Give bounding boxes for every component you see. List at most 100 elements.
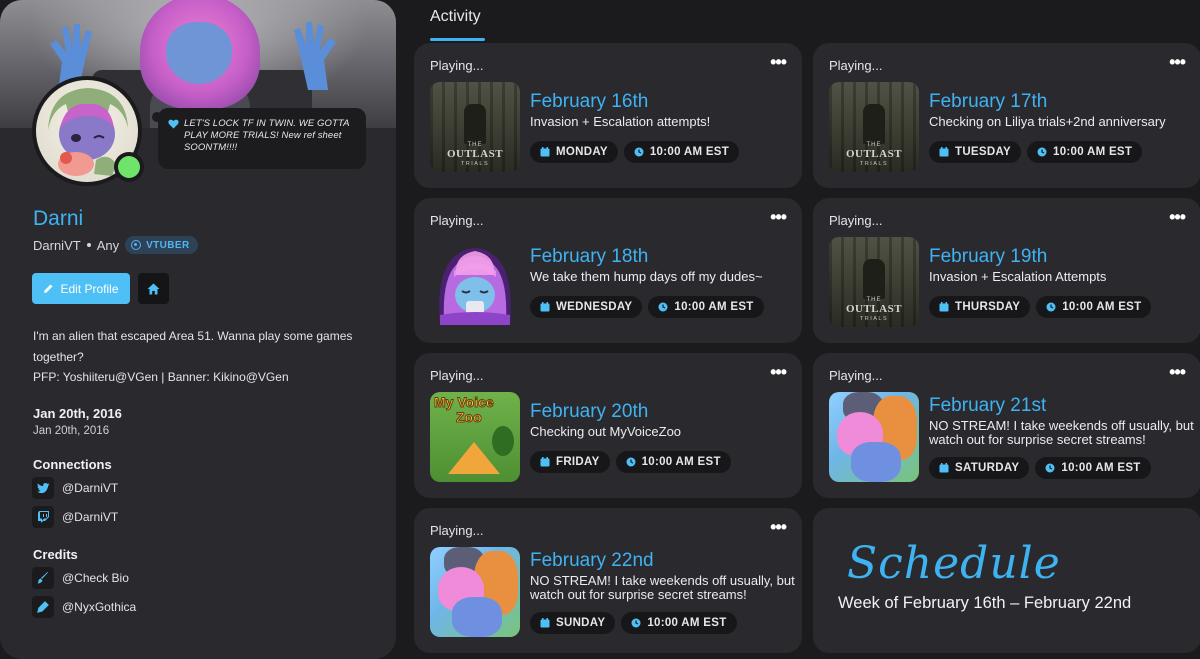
thumb-text: Zoo <box>456 409 483 426</box>
credit-nyxgothica[interactable]: @NyxGothica <box>32 596 136 618</box>
time-chip: 10:00 AM EST <box>623 141 740 163</box>
playing-label: Playing... <box>829 58 883 73</box>
home-button[interactable] <box>138 273 169 304</box>
clock-icon <box>658 302 668 312</box>
game-thumbnail-outlast: THE OUTLAST TRIALS <box>430 82 520 172</box>
clock-icon <box>634 147 644 157</box>
day-chip: THURSDAY <box>929 296 1031 318</box>
tab-active-indicator <box>430 38 485 41</box>
stream-date: February 16th <box>530 91 649 112</box>
day-label: TUESDAY <box>955 146 1011 158</box>
separator-dot <box>86 243 91 247</box>
schedule-card-monday[interactable]: Playing... ••• THE OUTLAST TRIALS Februa… <box>414 43 802 188</box>
schedule-title: Schedule <box>847 538 1061 589</box>
credit-label: @NyxGothica <box>62 600 137 614</box>
game-thumbnail-outlast: THE OUTLAST TRIALS <box>829 82 919 172</box>
edit-profile-button[interactable]: Edit Profile <box>32 273 130 304</box>
schedule-week-range: Week of February 16th – February 22nd <box>838 594 1132 612</box>
home-icon <box>147 283 160 294</box>
day-chip: FRIDAY <box>530 451 610 473</box>
connections-heading: Connections <box>33 457 112 472</box>
schedule-card-sunday[interactable]: Playing... ••• February 22nd NO STREAM! … <box>414 508 802 653</box>
day-chip: SUNDAY <box>530 612 616 634</box>
calendar-icon <box>939 463 949 473</box>
connection-twitter[interactable]: @DarniVT <box>32 477 118 499</box>
more-options-icon[interactable]: ••• <box>770 53 787 71</box>
stream-date: February 22nd <box>530 550 654 571</box>
thumb-text: TRIALS <box>859 161 889 167</box>
thumbnail-sleepy-hoodie <box>430 237 520 327</box>
calendar-icon <box>939 302 949 312</box>
day-chip: SATURDAY <box>929 457 1030 479</box>
schedule-card-wednesday[interactable]: Playing... ••• February 18th We take the… <box>414 198 802 343</box>
game-thumbnail-outlast: THE OUTLAST TRIALS <box>829 237 919 327</box>
online-status-indicator <box>114 152 144 182</box>
clock-icon <box>626 457 636 467</box>
stream-date: February 19th <box>929 246 1048 267</box>
time-chip: 10:00 AM EST <box>1027 141 1143 163</box>
bio-line: PFP: Yoshiiteru@VGen | Banner: Kikino@VG… <box>33 370 289 384</box>
stream-description: Invasion + Escalation attempts! <box>530 114 711 129</box>
profile-bio: I'm an alien that escaped Area 51. Wanna… <box>33 326 373 388</box>
tab-activity[interactable]: Activity <box>430 8 481 26</box>
clock-icon <box>1037 147 1047 157</box>
playing-label: Playing... <box>829 368 883 383</box>
clock-icon <box>1046 302 1056 312</box>
edit-profile-label: Edit Profile <box>60 281 119 296</box>
banner-hand-right <box>294 22 336 90</box>
day-chip: MONDAY <box>530 141 618 163</box>
stream-description: Invasion + Escalation Attempts <box>929 269 1107 284</box>
thumb-text: OUTLAST <box>845 303 903 315</box>
time-chip: 10:00 AM EST <box>1035 457 1151 479</box>
clock-icon <box>631 618 641 628</box>
time-chip: 10:00 AM EST <box>648 296 764 318</box>
more-options-icon[interactable]: ••• <box>1169 53 1186 71</box>
calendar-icon <box>540 302 550 312</box>
time-label: 10:00 AM EST <box>1061 462 1141 474</box>
joined-date-sub: Jan 20th, 2016 <box>33 425 110 437</box>
credit-check-bio[interactable]: @Check Bio <box>32 567 129 589</box>
stream-description: NO STREAM! I take weekends off usually, … <box>929 418 1194 447</box>
connection-twitch[interactable]: @DarniVT <box>32 506 118 528</box>
thumb-text: OUTLAST <box>446 148 504 160</box>
more-options-icon[interactable]: ••• <box>770 518 787 536</box>
profile-handle: DarniVT <box>33 237 81 253</box>
stream-description: NO STREAM! I take weekends off usually, … <box>530 573 795 602</box>
playing-label: Playing... <box>430 58 484 73</box>
day-label: MONDAY <box>556 146 608 158</box>
connection-label: @DarniVT <box>62 510 119 524</box>
day-label: FRIDAY <box>556 456 600 468</box>
day-label: SATURDAY <box>955 462 1020 474</box>
day-chip: TUESDAY <box>929 141 1021 163</box>
schedule-card-thursday[interactable]: Playing... ••• THE OUTLAST TRIALS Februa… <box>813 198 1200 343</box>
twitter-icon <box>32 477 54 499</box>
joined-date-heading: Jan 20th, 2016 <box>33 406 122 421</box>
playing-label: Playing... <box>430 523 484 538</box>
playing-label: Playing... <box>430 368 484 383</box>
more-options-icon[interactable]: ••• <box>1169 208 1186 226</box>
playing-label: Playing... <box>430 213 484 228</box>
brush-icon <box>32 567 54 589</box>
clock-icon <box>1045 463 1055 473</box>
thumb-text: TRIALS <box>859 316 889 322</box>
more-options-icon[interactable]: ••• <box>770 363 787 381</box>
day-chip: WEDNESDAY <box>530 296 643 318</box>
more-options-icon[interactable]: ••• <box>1169 363 1186 381</box>
bio-line: together? <box>33 349 84 364</box>
more-options-icon[interactable]: ••• <box>770 208 787 226</box>
schedule-card-saturday[interactable]: Playing... ••• February 21st NO STREAM! … <box>813 353 1200 498</box>
schedule-card-tuesday[interactable]: Playing... ••• THE OUTLAST TRIALS Februa… <box>813 43 1200 188</box>
game-thumbnail-my-voice-zoo: My Voice Zoo <box>430 392 520 482</box>
badge-label: VTUBER <box>146 239 190 251</box>
calendar-icon <box>540 457 550 467</box>
day-label: SUNDAY <box>556 617 606 629</box>
thumbnail-pony-art <box>430 547 520 637</box>
time-label: 10:00 AM EST <box>674 301 754 313</box>
stream-date: February 20th <box>530 401 649 422</box>
pen-icon <box>32 596 54 618</box>
time-chip: 10:00 AM EST <box>1036 296 1152 318</box>
schedule-card-friday[interactable]: Playing... ••• My Voice Zoo February 20t… <box>414 353 802 498</box>
profile-pronouns: Any <box>96 237 120 253</box>
bio-line: I'm an alien that escaped Area 51. Wanna… <box>33 329 353 343</box>
profile-panel: LET'S LOCK TF IN TWIN. WE GOTTA PLAY MOR… <box>0 0 396 659</box>
